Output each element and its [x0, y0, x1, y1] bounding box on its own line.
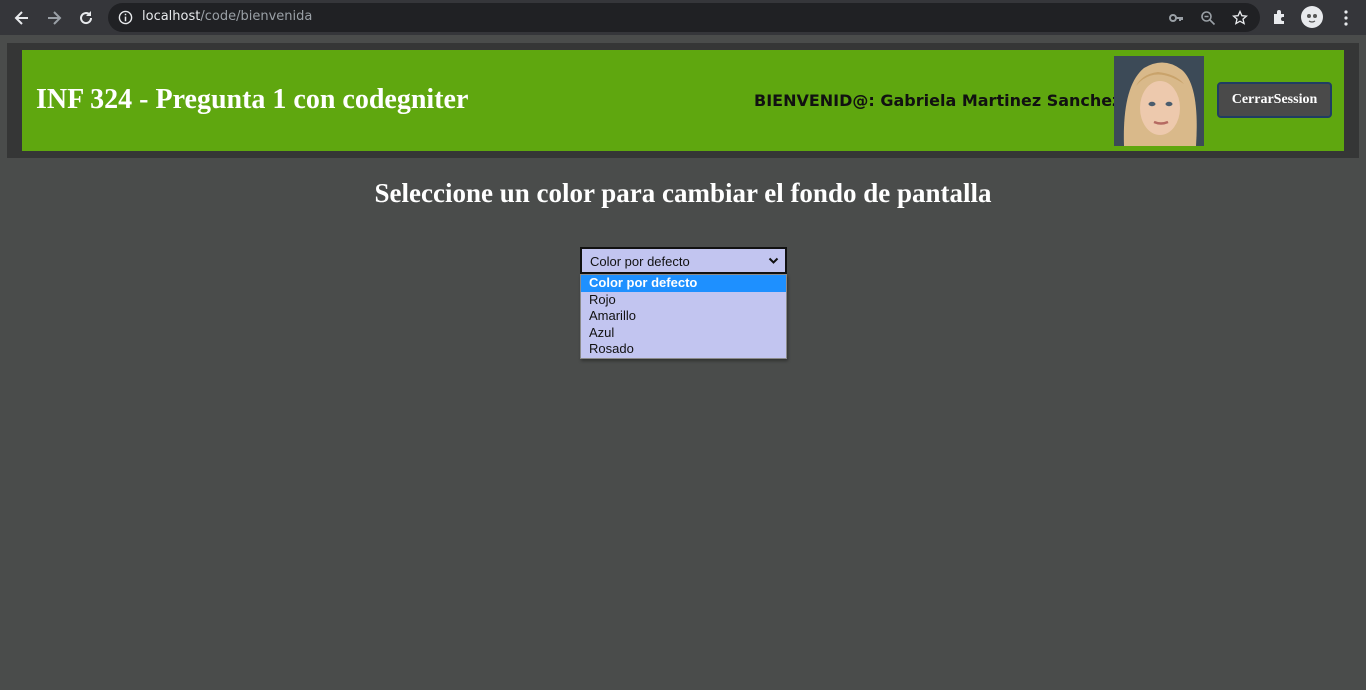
option-rosado[interactable]: Rosado: [581, 341, 786, 358]
avatar: [1114, 56, 1204, 146]
star-icon[interactable]: [1232, 10, 1248, 26]
browser-toolbar: localhost/code/bienvenida: [0, 0, 1366, 35]
page-header: INF 324 - Pregunta 1 con codegniter BIEN…: [22, 50, 1344, 151]
back-icon[interactable]: [10, 6, 34, 30]
page-title: INF 324 - Pregunta 1 con codegniter: [36, 84, 469, 115]
key-icon[interactable]: [1168, 10, 1184, 26]
option-rojo[interactable]: Rojo: [581, 292, 786, 309]
puzzle-icon[interactable]: [1270, 7, 1290, 27]
zoom-icon[interactable]: [1200, 10, 1216, 26]
option-amarillo[interactable]: Amarillo: [581, 308, 786, 325]
url-text: localhost/code/bienvenida: [142, 9, 313, 24]
menu-icon[interactable]: [1338, 9, 1354, 27]
forward-icon[interactable]: [42, 6, 66, 30]
info-icon[interactable]: [118, 10, 133, 25]
reload-icon[interactable]: [74, 6, 98, 30]
color-options-list: Color por defecto Rojo Amarillo Azul Ros…: [580, 274, 787, 359]
color-select[interactable]: Color por defecto: [580, 247, 787, 274]
option-color-por-defecto[interactable]: Color por defecto: [581, 275, 786, 292]
chevron-down-icon: [768, 257, 779, 264]
color-select-value: Color por defecto: [590, 254, 690, 269]
address-bar[interactable]: localhost/code/bienvenida: [108, 3, 1260, 32]
logout-button[interactable]: CerrarSession: [1217, 82, 1332, 118]
main-heading: Seleccione un color para cambiar el fond…: [374, 178, 992, 208]
option-azul[interactable]: Azul: [581, 325, 786, 342]
profile-icon[interactable]: [1301, 6, 1323, 28]
welcome-text: BIENVENID@: Gabriela Martinez Sanchez: [754, 91, 1122, 110]
